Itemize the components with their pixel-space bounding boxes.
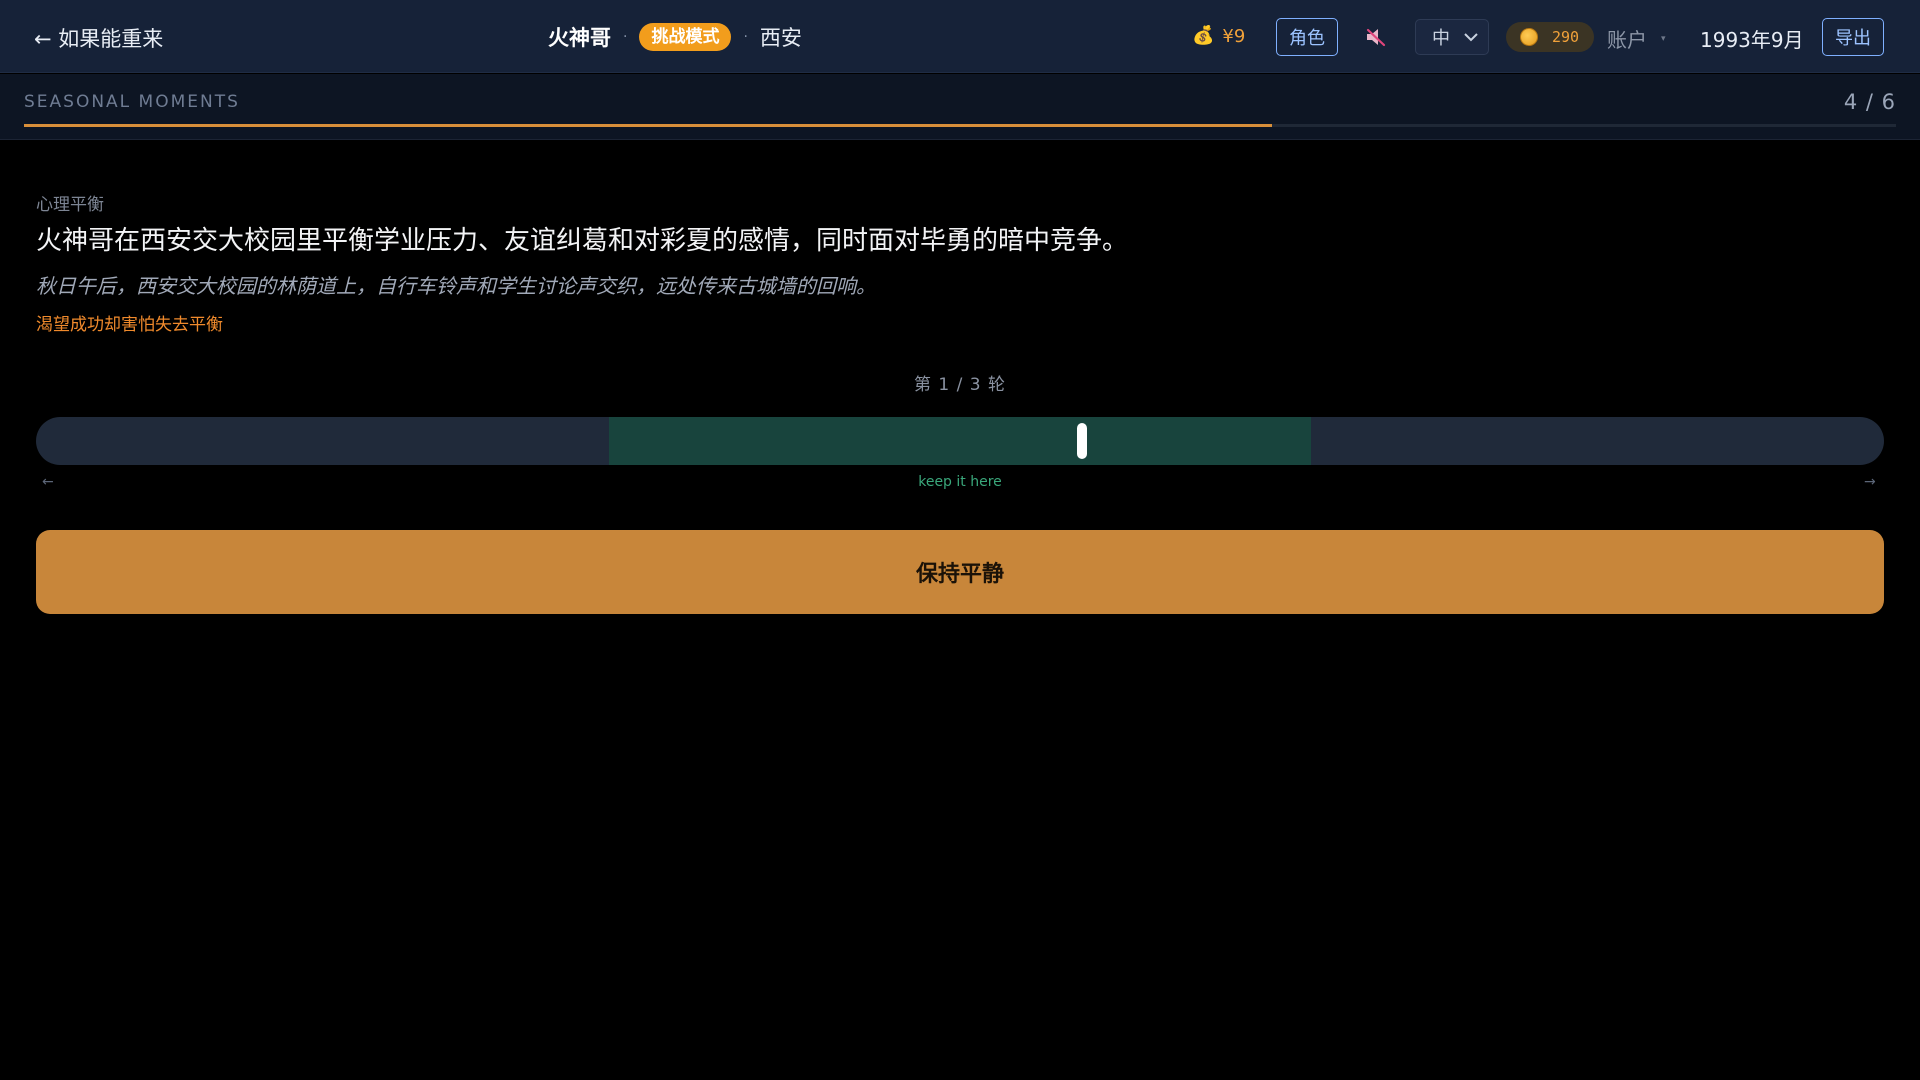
export-button[interactable]: 导出 bbox=[1822, 18, 1884, 56]
top-bar: ← 如果能重来 火神哥 · 挑战模式 · 西安 💰 ¥9 角色 中 290 账户… bbox=[0, 0, 1920, 73]
keep-calm-button[interactable]: 保持平静 bbox=[36, 530, 1884, 614]
city-label: 西安 bbox=[759, 26, 802, 50]
right-arrow-icon: → bbox=[1864, 474, 1876, 490]
gold-coin-icon bbox=[1520, 28, 1538, 46]
language-selected: 中 bbox=[1432, 28, 1450, 49]
back-label[interactable]: ← 如果能重来 bbox=[34, 23, 163, 53]
coin-value: 290 bbox=[1552, 28, 1580, 46]
caret-down-icon: ▾ bbox=[1661, 33, 1666, 44]
round-counter: 第 1 / 3 轮 bbox=[914, 375, 1006, 395]
challenge-mode-badge: 挑战模式 bbox=[639, 23, 732, 51]
progress-strip: SEASONAL MOMENTS 4 / 6 bbox=[0, 74, 1920, 140]
scene-description: 秋日午后，西安交大校园的林荫道上，自行车铃声和学生讨论声交织，远处传来古城墙的回… bbox=[36, 274, 876, 298]
separator-dot: · bbox=[623, 29, 628, 45]
chevron-down-icon bbox=[1464, 33, 1478, 42]
role-button[interactable]: 角色 bbox=[1276, 18, 1338, 56]
separator-dot: · bbox=[743, 29, 748, 45]
balance-marker[interactable] bbox=[1076, 423, 1087, 459]
balance-track[interactable] bbox=[36, 417, 1884, 465]
character-name: 火神哥 bbox=[548, 26, 611, 50]
moment-category: 心理平衡 bbox=[36, 195, 104, 215]
money-display: 💰 ¥9 bbox=[1192, 24, 1245, 48]
account-label[interactable]: 账户 bbox=[1607, 24, 1647, 53]
section-label: SEASONAL MOMENTS bbox=[24, 92, 240, 112]
progress-fill bbox=[24, 124, 1272, 127]
speaker-muted-icon[interactable] bbox=[1364, 26, 1388, 48]
inner-conflict: 渴望成功却害怕失去平衡 bbox=[36, 315, 223, 335]
money-bag-icon: 💰 bbox=[1192, 25, 1215, 46]
step-counter: 4 / 6 bbox=[1843, 90, 1896, 114]
language-select[interactable]: 中 bbox=[1415, 19, 1489, 55]
moment-headline: 火神哥在西安交大校园里平衡学业压力、友谊纠葛和对彩夏的感情，同时面对毕勇的暗中竞… bbox=[36, 226, 1129, 256]
progress-track bbox=[24, 124, 1896, 127]
account-menu[interactable]: 账户 ▾ bbox=[1607, 24, 1666, 53]
safe-zone bbox=[608, 417, 1312, 465]
back-link[interactable]: ← 如果能重来 bbox=[34, 23, 163, 53]
coin-balance: 290 bbox=[1506, 22, 1594, 52]
safe-zone-hint: keep it here bbox=[918, 474, 1002, 490]
story-info: 火神哥 · 挑战模式 · 西安 bbox=[548, 21, 802, 53]
game-date: 1993年9月 bbox=[1700, 28, 1804, 52]
money-value: ¥9 bbox=[1222, 25, 1246, 47]
